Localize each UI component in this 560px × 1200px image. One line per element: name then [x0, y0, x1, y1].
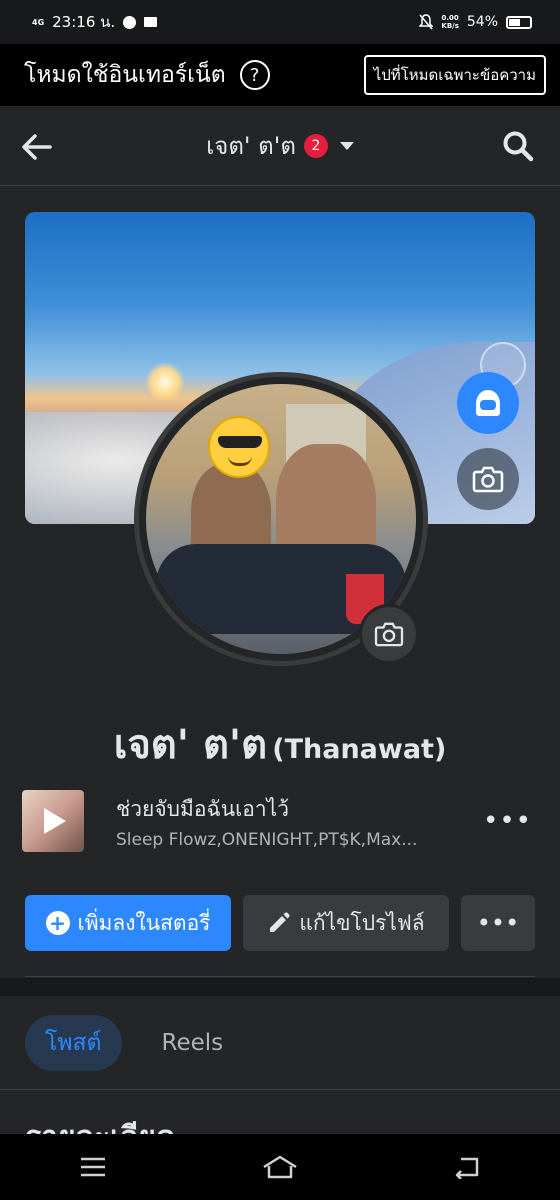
song-title: ช่วยจับมือฉันเอาไว้: [116, 796, 290, 821]
data-mode-title: โหมดใช้อินเทอร์เน็ต: [24, 62, 226, 88]
more-options-icon[interactable]: •••: [483, 806, 532, 836]
tab-reels[interactable]: Reels: [142, 1015, 244, 1071]
camera-icon: [472, 466, 504, 493]
mail-icon: [144, 17, 158, 27]
system-nav-bar: [0, 1134, 560, 1200]
chevron-down-icon: [339, 141, 354, 150]
help-icon[interactable]: ?: [239, 60, 270, 90]
add-to-story-button[interactable]: + เพิ่มลงในสตอรี่: [25, 895, 231, 951]
profile-actions: + เพิ่มลงในสตอรี่ แก้ไขโปรไฟล์ •••: [25, 895, 535, 951]
tab-posts[interactable]: โพสต์: [25, 1014, 122, 1071]
arrow-left-icon[interactable]: [20, 130, 54, 164]
profile-music[interactable]: ช่วยจับมือฉันเอาไว้ Sleep Flowz,ONENIGHT…: [22, 790, 538, 852]
album-art[interactable]: [22, 790, 84, 852]
network-indicator: 4G: [32, 17, 45, 27]
avatar-icon: [476, 390, 500, 416]
profile-camera-button[interactable]: [359, 604, 419, 664]
add-to-story-label: เพิ่มลงในสตอรี่: [77, 910, 211, 935]
battery-fill: [509, 18, 520, 26]
data-mode-bar: โหมดใช้อินเทอร์เน็ต ? ไปที่โหมดเฉพาะข้อค…: [0, 44, 560, 106]
sunglasses-emoji-icon: [208, 416, 270, 478]
avatar-button[interactable]: [457, 372, 519, 434]
camera-icon: [374, 622, 404, 647]
song-artists: Sleep Flowz,ONENIGHT,PT$K,Max...: [116, 829, 418, 850]
speed-value: 0.00: [441, 14, 459, 22]
section-gap: [0, 978, 560, 996]
status-bar: 4G 23:16 น. 0.00 KB/s 54%: [0, 0, 560, 44]
edit-profile-button[interactable]: แก้ไขโปรไฟล์: [243, 895, 449, 951]
home-button[interactable]: [250, 1142, 310, 1192]
network-speed: 0.00 KB/s: [441, 14, 458, 30]
back-button[interactable]: [437, 1142, 497, 1192]
profile-name-row: เจต' ต'ต (Thanawat): [0, 712, 560, 776]
profile-name: เจต' ต'ต: [113, 722, 268, 768]
text-only-mode-button[interactable]: ไปที่โหมดเฉพาะข้อความ: [363, 55, 546, 95]
home-icon: [263, 1155, 297, 1179]
search-icon[interactable]: [502, 130, 534, 162]
divider: [25, 976, 535, 977]
play-icon: [44, 808, 66, 834]
header-title: เจต' ต'ต: [206, 132, 296, 160]
profile-switcher[interactable]: เจต' ต'ต 2: [206, 126, 354, 165]
plus-icon: +: [45, 911, 70, 935]
battery-percent: 54%: [466, 14, 498, 30]
notification-badge: 2: [303, 133, 328, 158]
status-time: 23:16 น.: [52, 13, 116, 31]
more-actions-button[interactable]: •••: [461, 895, 535, 951]
edit-profile-label: แก้ไขโปรไฟล์: [299, 910, 425, 935]
messenger-icon: [123, 15, 137, 29]
bell-off-icon: [419, 14, 434, 30]
battery-icon: [506, 15, 532, 29]
cover-camera-button[interactable]: [457, 448, 519, 510]
profile-alt-name: (Thanawat): [272, 734, 447, 765]
pencil-icon: [270, 912, 290, 932]
profile-header: เจต' ต'ต 2: [0, 106, 560, 186]
cover-sun: [145, 362, 185, 402]
profile-tabs: โพสต์ Reels: [0, 996, 560, 1090]
recent-apps-button[interactable]: [63, 1142, 123, 1192]
menu-icon: [81, 1157, 106, 1177]
back-icon: [455, 1157, 478, 1179]
speed-unit: KB/s: [441, 22, 459, 30]
